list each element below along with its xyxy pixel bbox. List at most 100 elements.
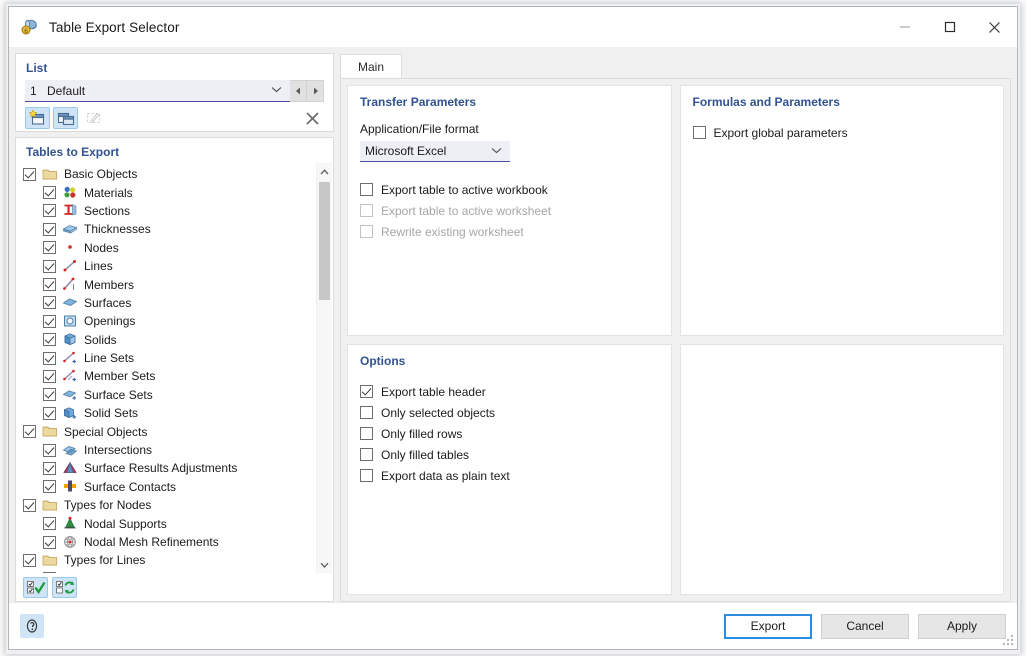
tree-item-checkbox[interactable]: [23, 554, 36, 567]
checkbox-row[interactable]: Only selected objects: [360, 402, 659, 423]
new-list-button[interactable]: [25, 107, 50, 129]
check-all-button[interactable]: [23, 577, 48, 598]
tree-item[interactable]: Line Supports: [17, 570, 316, 573]
delete-list-button[interactable]: [300, 107, 324, 129]
tree-item[interactable]: Thicknesses: [17, 220, 316, 238]
copy-list-button[interactable]: [53, 107, 78, 129]
tree-item[interactable]: Special Objects: [17, 422, 316, 440]
help-info-icon[interactable]: [20, 614, 44, 638]
scrollbar-thumb[interactable]: [319, 182, 330, 300]
checkbox-input[interactable]: [360, 385, 373, 398]
folder-icon: [42, 167, 59, 182]
invert-selection-button[interactable]: [52, 577, 77, 598]
dialog-body: List 1 Default: [9, 47, 1017, 602]
apply-button[interactable]: Apply: [918, 614, 1006, 639]
checkbox-row[interactable]: Export data as plain text: [360, 465, 659, 486]
checkbox-row[interactable]: Export global parameters: [693, 122, 992, 143]
resize-grip[interactable]: [1003, 635, 1014, 646]
checkbox-input[interactable]: [360, 469, 373, 482]
tree-item-checkbox[interactable]: [43, 352, 56, 365]
close-button[interactable]: [972, 7, 1017, 47]
tree-vertical-scrollbar[interactable]: [316, 163, 332, 573]
tree-item[interactable]: Surface Results Adjustments: [17, 459, 316, 477]
tree-item[interactable]: Surface Contacts: [17, 478, 316, 496]
tree-item[interactable]: Solid Sets: [17, 404, 316, 422]
tree-item-label: Types for Lines: [64, 553, 145, 567]
minimize-button[interactable]: [882, 7, 927, 47]
options-panel: Options Export table headerOnly selected…: [347, 344, 672, 595]
list-combo[interactable]: 1 Default: [25, 80, 290, 102]
checkbox-row[interactable]: Only filled rows: [360, 423, 659, 444]
tree-item-label: Intersections: [84, 443, 152, 457]
tab-strip: Main: [340, 53, 1011, 78]
tab-main[interactable]: Main: [340, 54, 402, 79]
tree-item-checkbox[interactable]: [43, 444, 56, 457]
list-prev-button[interactable]: [290, 80, 307, 102]
checkbox-row[interactable]: Export table to active workbook: [360, 179, 659, 200]
tree-item-checkbox[interactable]: [43, 204, 56, 217]
tree-item-checkbox[interactable]: [43, 480, 56, 493]
maximize-button[interactable]: [927, 7, 972, 47]
tree-item[interactable]: Member Sets: [17, 367, 316, 385]
tree-list[interactable]: Basic ObjectsMaterialsSectionsThicknesse…: [17, 163, 316, 573]
tree-item-checkbox[interactable]: [43, 260, 56, 273]
tree-item-checkbox[interactable]: [23, 499, 36, 512]
tree-item[interactable]: Types for Nodes: [17, 496, 316, 514]
tree-item[interactable]: Surfaces: [17, 294, 316, 312]
tree-item-label: Nodal Supports: [84, 517, 167, 531]
tree-item[interactable]: Solids: [17, 331, 316, 349]
tree-item-checkbox[interactable]: [43, 517, 56, 530]
cancel-button[interactable]: Cancel: [821, 614, 909, 639]
checkbox-input[interactable]: [360, 183, 373, 196]
tree-item-checkbox[interactable]: [23, 425, 36, 438]
tree-item[interactable]: IMembers: [17, 275, 316, 293]
tree-item-checkbox[interactable]: [43, 572, 56, 573]
list-panel: List 1 Default: [15, 53, 334, 132]
tree-item[interactable]: Nodes: [17, 239, 316, 257]
tree-item-checkbox[interactable]: [43, 296, 56, 309]
tree-item-checkbox[interactable]: [43, 536, 56, 549]
checkbox-input: [360, 225, 373, 238]
tree-item[interactable]: Surface Sets: [17, 386, 316, 404]
tree-item-checkbox[interactable]: [43, 407, 56, 420]
tree-item-checkbox[interactable]: [43, 315, 56, 328]
tree-item-checkbox[interactable]: [43, 388, 56, 401]
tree-item-label: Surface Results Adjustments: [84, 461, 237, 475]
tree-item-checkbox[interactable]: [43, 462, 56, 475]
tree-item-checkbox[interactable]: [43, 186, 56, 199]
tree-item[interactable]: Sections: [17, 202, 316, 220]
checkbox-row[interactable]: Only filled tables: [360, 444, 659, 465]
checkbox-input[interactable]: [360, 427, 373, 440]
formulas-checkbox-group: Export global parameters: [693, 122, 992, 143]
tree-item-checkbox[interactable]: [43, 333, 56, 346]
tree-item-checkbox[interactable]: [43, 278, 56, 291]
tree-item[interactable]: Nodal Supports: [17, 514, 316, 532]
tree-item[interactable]: Intersections: [17, 441, 316, 459]
tree-item-checkbox[interactable]: [23, 168, 36, 181]
checkbox-input[interactable]: [693, 126, 706, 139]
tree-item[interactable]: Basic Objects: [17, 165, 316, 183]
tree-item-checkbox[interactable]: [43, 223, 56, 236]
surface-results-icon: [62, 461, 79, 476]
checkbox-input[interactable]: [360, 406, 373, 419]
export-button[interactable]: Export: [724, 614, 812, 639]
tree-item[interactable]: Openings: [17, 312, 316, 330]
tree-item[interactable]: Nodal Mesh Refinements: [17, 533, 316, 551]
tree-item[interactable]: Types for Lines: [17, 551, 316, 569]
chevron-down-icon[interactable]: [491, 146, 502, 157]
tree-item[interactable]: Line Sets: [17, 349, 316, 367]
tree-item[interactable]: Materials: [17, 183, 316, 201]
checkbox-row[interactable]: Export table header: [360, 381, 659, 402]
format-combo[interactable]: Microsoft Excel: [360, 141, 510, 162]
button-label: Apply: [947, 619, 977, 633]
tree-item-checkbox[interactable]: [43, 241, 56, 254]
tree-item[interactable]: Lines: [17, 257, 316, 275]
checkbox-label: Export table header: [381, 385, 486, 399]
tree-item-label: Solid Sets: [84, 406, 138, 420]
chevron-down-icon[interactable]: [271, 85, 290, 96]
scroll-up-icon[interactable]: [317, 163, 332, 180]
scroll-down-icon[interactable]: [317, 556, 332, 573]
tree-item-checkbox[interactable]: [43, 370, 56, 383]
list-next-button[interactable]: [307, 80, 324, 102]
checkbox-input[interactable]: [360, 448, 373, 461]
